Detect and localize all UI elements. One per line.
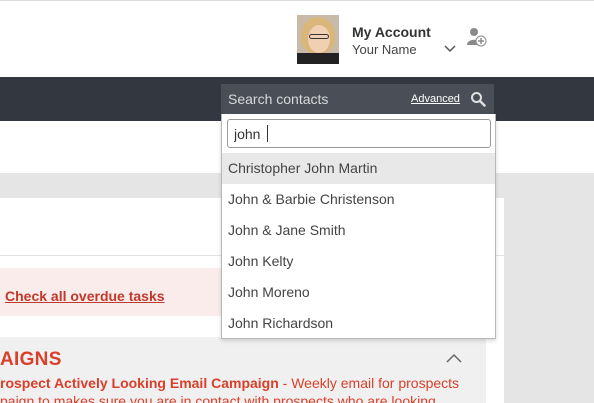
add-user-icon[interactable] (466, 26, 488, 53)
avatar-shirt (297, 53, 339, 64)
campaign-item[interactable]: rospect Actively Looking Email Campaign … (0, 375, 459, 391)
campaign-description-continued: paign to makes sure you are in contact w… (0, 393, 436, 403)
advanced-search-link[interactable]: Advanced (411, 93, 460, 105)
chevron-up-icon[interactable] (445, 351, 463, 369)
search-result-item[interactable]: John Moreno (222, 277, 495, 308)
top-header: My Account Your Name (0, 0, 594, 77)
campaigns-panel: AIGNS rospect Actively Looking Email Cam… (0, 337, 486, 403)
search-placeholder[interactable]: Search contacts (228, 91, 328, 107)
search-result-item[interactable]: John & Barbie Christenson (222, 184, 495, 215)
search-result-item[interactable]: Christopher John Martin (222, 153, 495, 184)
search-result-item[interactable]: John Richardson (222, 308, 495, 339)
search-icon[interactable] (470, 91, 486, 112)
campaign-name[interactable]: rospect Actively Looking Email Campaign (0, 375, 279, 391)
search-result-item[interactable]: John & Jane Smith (222, 215, 495, 246)
search-bar[interactable]: Search contacts Advanced (221, 84, 494, 115)
text-caret (267, 125, 268, 142)
search-dropdown: Christopher John Martin John & Barbie Ch… (221, 114, 496, 339)
campaign-description: - Weekly email for prospects (278, 375, 460, 391)
account-name[interactable]: Your Name (352, 42, 417, 57)
chevron-down-icon[interactable] (443, 42, 457, 61)
avatar[interactable] (297, 15, 339, 64)
avatar-face (308, 25, 330, 53)
search-results-list: Christopher John Martin John & Barbie Ch… (222, 153, 495, 339)
overdue-tasks-link[interactable]: Check all overdue tasks (5, 288, 165, 304)
campaigns-title: AIGNS (0, 349, 62, 370)
search-result-item[interactable]: John Kelty (222, 246, 495, 277)
avatar-glasses (309, 34, 329, 39)
account-title[interactable]: My Account (352, 24, 431, 40)
